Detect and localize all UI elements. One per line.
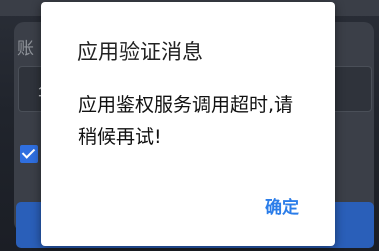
dialog-title: 应用验证消息 [77,40,203,64]
confirm-button[interactable]: 确定 [250,192,314,224]
account-field-label: 账 [17,39,35,59]
remember-checkbox[interactable] [20,145,38,163]
dialog-message: 应用鉴权服务调用超时,请稍候再试! [78,94,294,148]
alert-dialog: 应用验证消息 应用鉴权服务调用超时,请稍候再试! 确定 [41,2,335,246]
